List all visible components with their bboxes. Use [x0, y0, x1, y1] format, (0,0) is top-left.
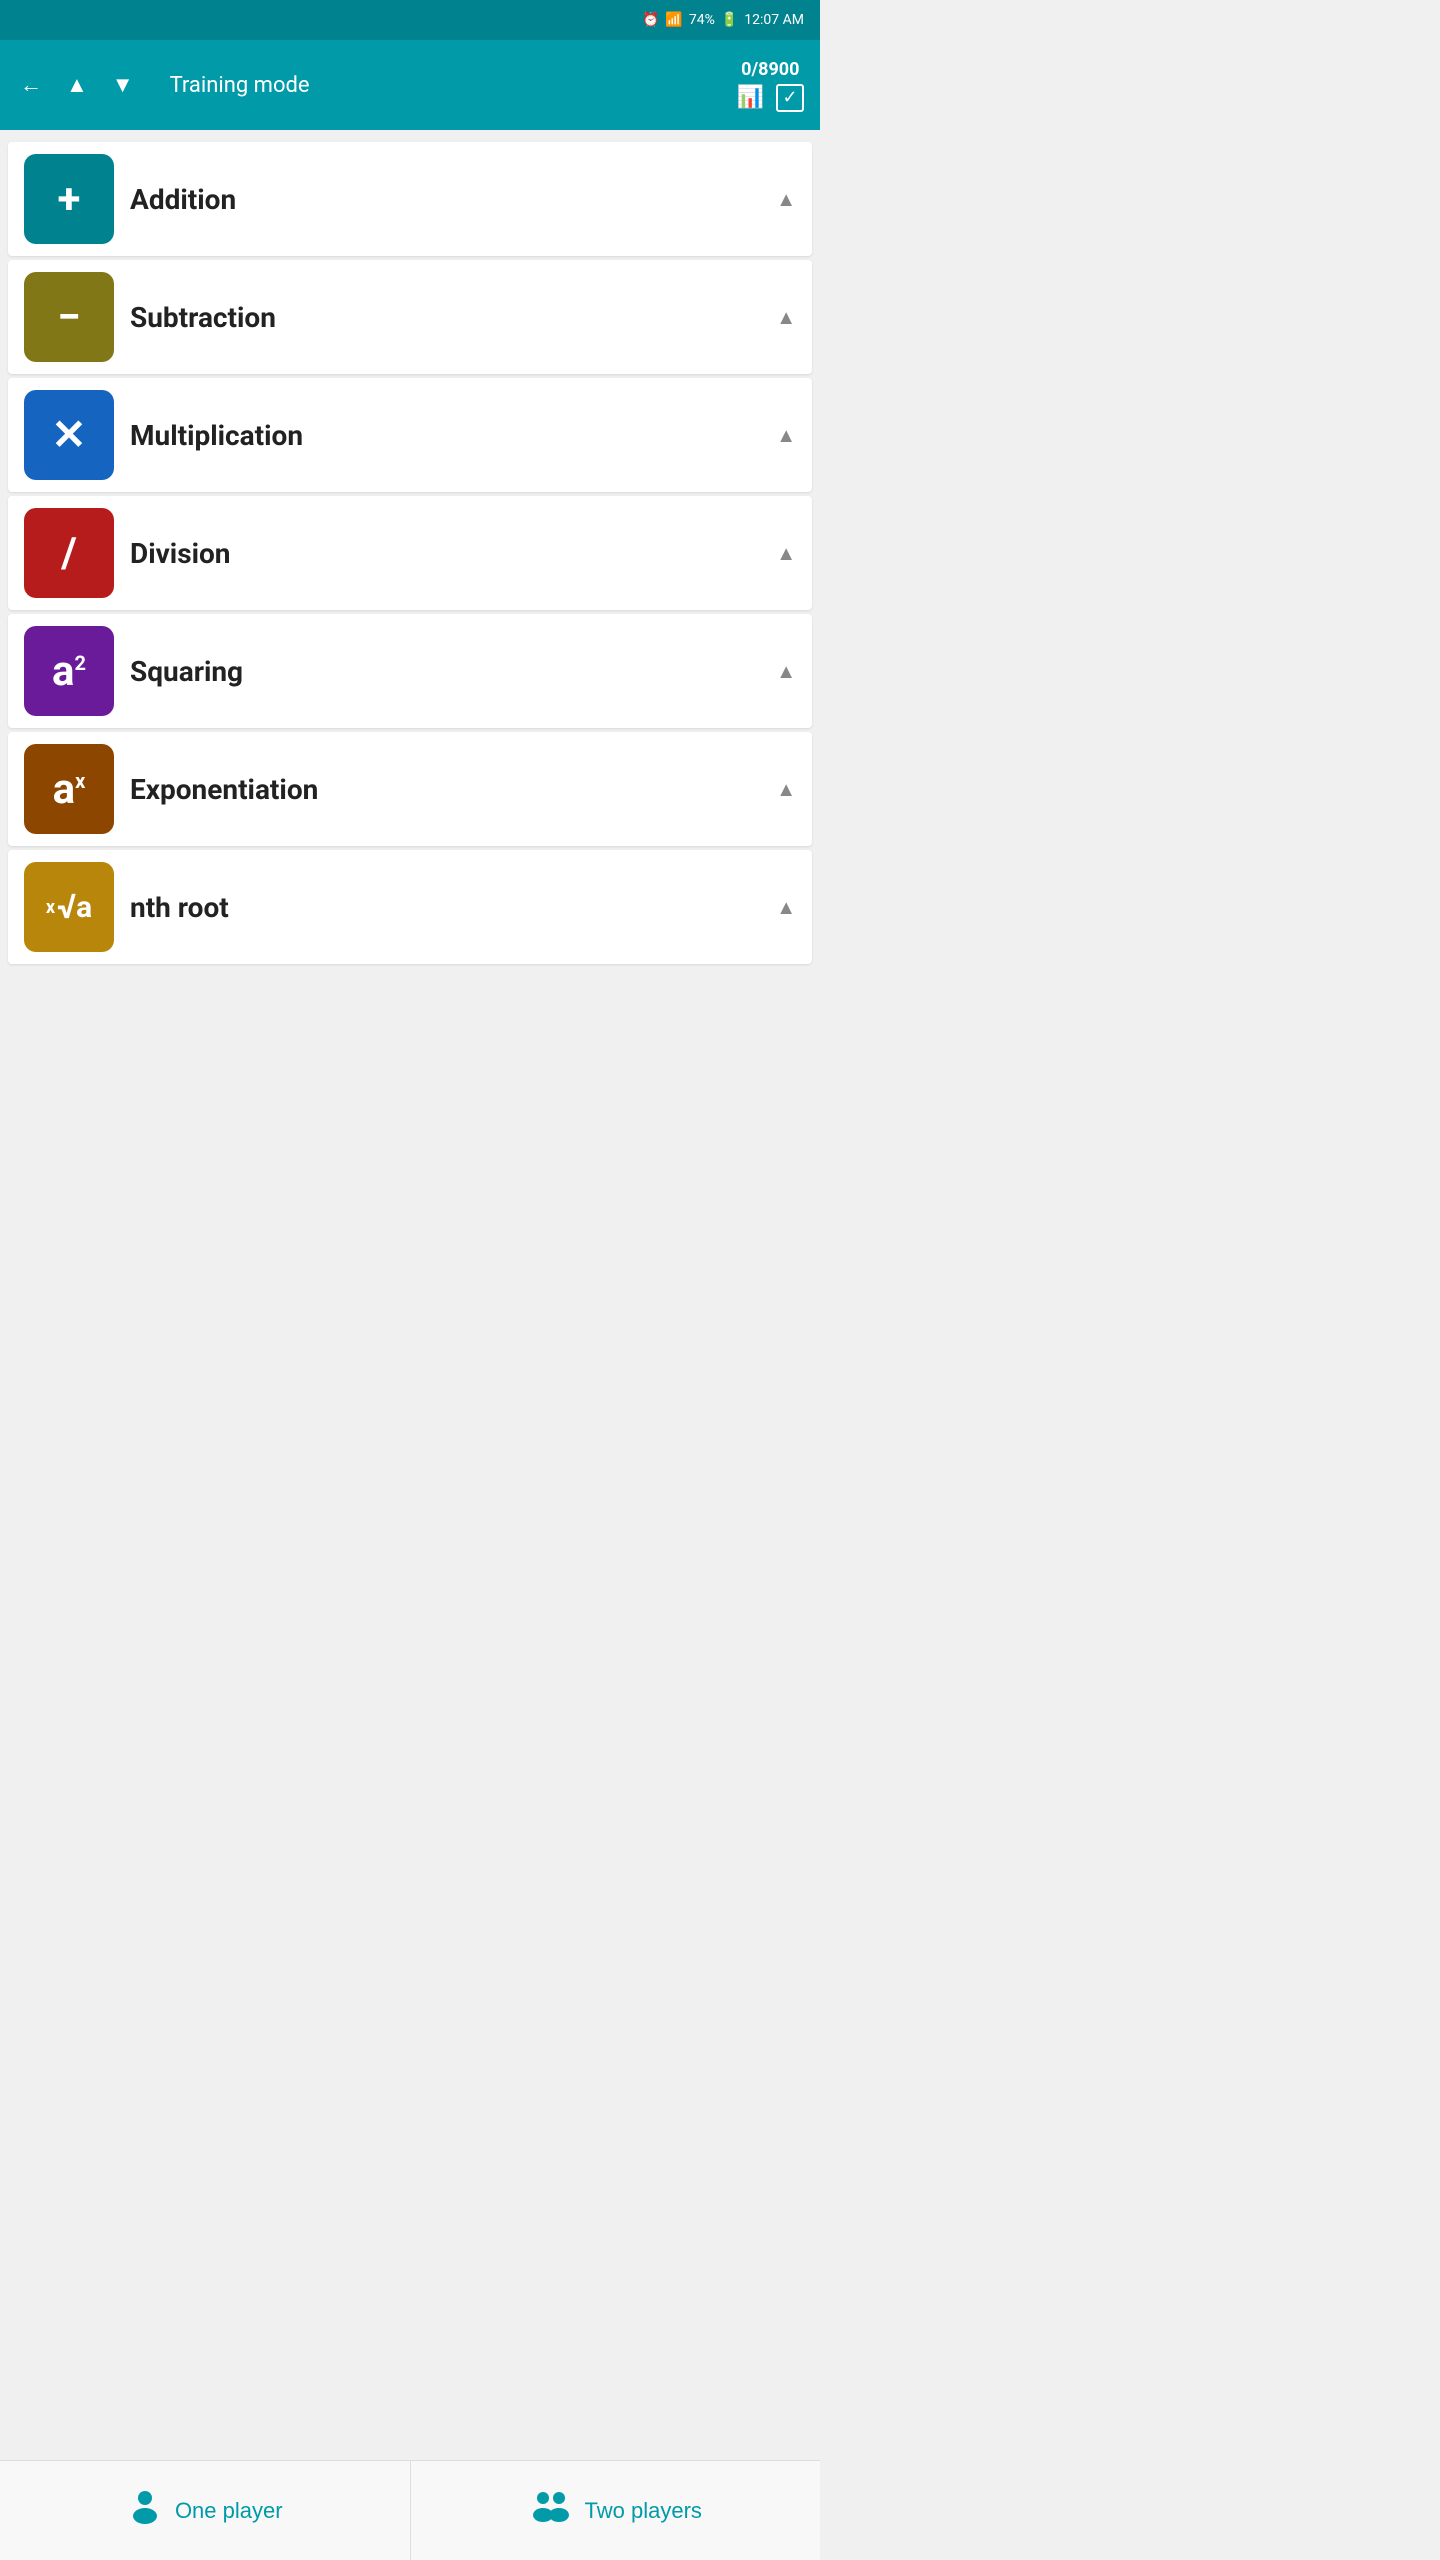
alarm-icon: ⏰: [642, 12, 659, 28]
nth-root-icon: x √ a: [24, 862, 114, 952]
squaring-arrow: ▲: [776, 659, 796, 684]
subtraction-label: Subtraction: [130, 301, 760, 334]
scroll-down-button[interactable]: ▼: [108, 68, 138, 102]
division-label: Division: [130, 537, 760, 570]
subtraction-icon: −: [24, 272, 114, 362]
one-player-button[interactable]: One player: [0, 2461, 411, 2560]
exponentiation-label: Exponentiation: [130, 773, 760, 806]
division-icon: /: [24, 508, 114, 598]
multiplication-icon: ✕: [24, 390, 114, 480]
addition-label: Addition: [130, 183, 760, 216]
clock: 12:07 AM: [744, 12, 804, 28]
one-player-label: One player: [175, 2498, 283, 2524]
status-bar: ⏰ 📶 74% 🔋 12:07 AM: [0, 0, 820, 40]
status-icons: ⏰ 📶 74% 🔋 12:07 AM: [642, 12, 804, 28]
main-list: + Addition ▲ − Subtraction ▲ ✕ Multiplic…: [0, 130, 820, 976]
header-left: ← ▲ ▼ Training mode: [16, 68, 310, 102]
list-item[interactable]: ax Exponentiation ▲: [8, 732, 812, 846]
exponentiation-arrow: ▲: [776, 777, 796, 802]
one-player-icon: [127, 2488, 163, 2533]
signal-icon: 📶: [665, 12, 682, 28]
bottom-bar: One player Two players: [0, 2460, 820, 2560]
squaring-label: Squaring: [130, 655, 760, 688]
score-display: 0/8900: [741, 59, 799, 80]
addition-icon: +: [24, 154, 114, 244]
multiplication-label: Multiplication: [130, 419, 760, 452]
page-title: Training mode: [170, 73, 310, 98]
list-item[interactable]: ✕ Multiplication ▲: [8, 378, 812, 492]
subtraction-arrow: ▲: [776, 305, 796, 330]
two-players-button[interactable]: Two players: [411, 2461, 821, 2560]
header-icons-row: 📊 ✓: [737, 84, 804, 112]
two-players-icon: [529, 2488, 573, 2533]
header-right: 0/8900 📊 ✓: [737, 40, 804, 130]
scroll-up-button[interactable]: ▲: [62, 68, 92, 102]
list-item[interactable]: / Division ▲: [8, 496, 812, 610]
checkbox-icon[interactable]: ✓: [776, 84, 804, 112]
header: ← ▲ ▼ Training mode 0/8900 📊 ✓: [0, 40, 820, 130]
list-item[interactable]: a2 Squaring ▲: [8, 614, 812, 728]
two-players-label: Two players: [585, 2498, 702, 2524]
battery-percent: 74%: [689, 12, 715, 28]
exponentiation-icon: ax: [24, 744, 114, 834]
nth-root-arrow: ▲: [776, 895, 796, 920]
squaring-icon: a2: [24, 626, 114, 716]
multiplication-arrow: ▲: [776, 423, 796, 448]
division-arrow: ▲: [776, 541, 796, 566]
addition-arrow: ▲: [776, 187, 796, 212]
chart-icon[interactable]: 📊: [737, 85, 764, 110]
nth-root-label: nth root: [130, 891, 760, 924]
back-button[interactable]: ←: [16, 68, 46, 102]
list-item[interactable]: − Subtraction ▲: [8, 260, 812, 374]
list-item[interactable]: x √ a nth root ▲: [8, 850, 812, 964]
list-item[interactable]: + Addition ▲: [8, 142, 812, 256]
battery-icon: 🔋: [721, 12, 738, 28]
